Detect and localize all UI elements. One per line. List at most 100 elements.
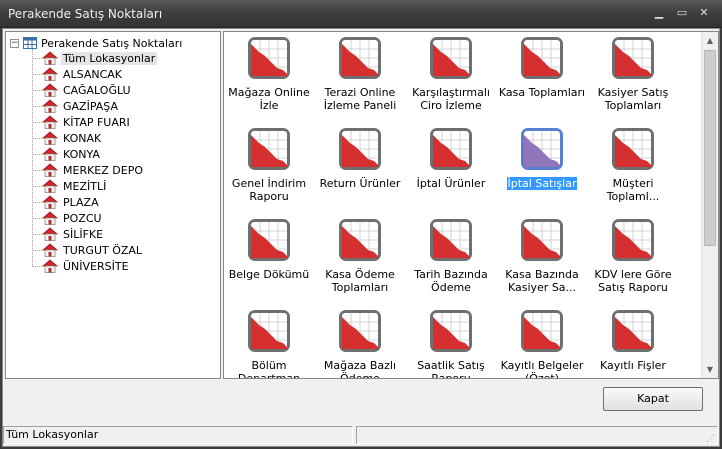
- report-tile[interactable]: Kayıtlı Fişler: [588, 305, 678, 378]
- report-tile[interactable]: Bölüm Departman Satışları: [224, 305, 314, 379]
- status-bar: Tüm Lokasyonlar ⋰: [3, 425, 719, 446]
- report-tile[interactable]: Return Ürünler: [315, 123, 405, 213]
- tree-connector: [32, 218, 42, 219]
- tree-item[interactable]: ALSANCAK: [32, 66, 157, 82]
- report-tile[interactable]: Mağaza Online İzle: [224, 32, 314, 122]
- store-icon: [42, 243, 58, 257]
- scroll-up-arrow[interactable]: ▲: [702, 32, 718, 49]
- report-tile-label: Kayıtlı Belgeler (Özet): [500, 359, 584, 379]
- scroll-thumb[interactable]: [704, 50, 716, 246]
- tree-connector: [32, 186, 42, 187]
- tree-connector: [32, 138, 42, 139]
- store-icon: [42, 195, 58, 209]
- tree-item-label: ÜNİVERSİTE: [63, 259, 129, 273]
- report-tile[interactable]: Tarih Bazında Ödeme Toplamları: [406, 214, 496, 304]
- tree-item[interactable]: GAZİPAŞA: [32, 98, 157, 114]
- report-chart-icon: [430, 37, 472, 79]
- report-chart-icon: [521, 37, 563, 79]
- report-tile[interactable]: Mağaza Bazlı Ödeme Toplamları: [315, 305, 405, 378]
- report-tile-label: Karşılaştırmalı Ciro İzleme Paneli: [412, 86, 490, 112]
- tree-connector: [32, 122, 42, 123]
- tree-root-node[interactable]: − Perakende Satış Noktaları: [10, 36, 182, 50]
- report-tile-label: Kasa Toplamları: [498, 86, 586, 99]
- store-icon: [42, 163, 58, 177]
- report-chart-icon: [521, 128, 563, 170]
- location-tree[interactable]: − Perakende Satış Noktaları Tüm Lokasyon…: [5, 31, 221, 379]
- resize-grip-icon[interactable]: ⋰: [706, 433, 718, 445]
- close-window-button[interactable]: ✕: [697, 7, 711, 19]
- store-icon: [42, 259, 58, 273]
- report-chart-icon: [339, 128, 381, 170]
- tree-item[interactable]: KİTAP FUARI: [32, 114, 157, 130]
- tree-item-label: KİTAP FUARI: [63, 115, 130, 129]
- report-tile[interactable]: Kayıtlı Belgeler (Özet): [497, 305, 587, 379]
- store-icon: [42, 51, 58, 65]
- report-chart-icon: [430, 219, 472, 261]
- tree-item-label: POZCU: [63, 211, 102, 225]
- tree-item-label: KONYA: [63, 147, 100, 161]
- report-tile-label: KDV lere Göre Satış Raporu: [594, 268, 672, 294]
- report-chart-icon: [248, 37, 290, 79]
- report-tile[interactable]: Kasa Toplamları: [497, 32, 587, 122]
- collapse-icon[interactable]: −: [10, 38, 19, 48]
- store-icon: [42, 99, 58, 113]
- report-tile-label: Bölüm Departman Satışları: [237, 359, 301, 379]
- report-tile[interactable]: Müşteri Toplaml...: [588, 123, 678, 213]
- report-tile-label: Saatlik Satış Raporu: [417, 359, 485, 379]
- report-tile[interactable]: Belge Dökümü: [224, 214, 314, 304]
- store-icon: [42, 67, 58, 81]
- tree-connector: [32, 266, 42, 267]
- tree-connector: [32, 106, 42, 107]
- report-chart-icon: [612, 219, 654, 261]
- report-tile-label: Kasiyer Satış Toplamları: [597, 86, 669, 112]
- report-tile[interactable]: Kasiyer Satış Toplamları: [588, 32, 678, 122]
- vertical-scrollbar[interactable]: ▲ ▼: [701, 32, 718, 378]
- tree-item[interactable]: MERKEZ DEPO: [32, 162, 157, 178]
- tree-item[interactable]: CAĞALOĞLU: [32, 82, 157, 98]
- close-button[interactable]: Kapat: [603, 387, 703, 411]
- tree-item[interactable]: KONAK: [32, 130, 157, 146]
- report-tile[interactable]: Karşılaştırmalı Ciro İzleme Paneli: [406, 32, 496, 122]
- report-tile[interactable]: Kasa Bazında Kasiyer Sa...: [497, 214, 587, 304]
- store-icon: [42, 147, 58, 161]
- tree-item[interactable]: POZCU: [32, 210, 157, 226]
- tree-item[interactable]: ÜNİVERSİTE: [32, 258, 157, 274]
- report-tile-label: Terazi Online İzleme Paneli: [323, 86, 397, 112]
- minimize-button[interactable]: ▁: [652, 7, 666, 19]
- report-chart-icon: [430, 128, 472, 170]
- maximize-button[interactable]: ▭: [675, 7, 689, 19]
- tree-item[interactable]: Tüm Lokasyonlar: [32, 50, 158, 66]
- report-tile-label: Kayıtlı Fişler: [600, 359, 666, 372]
- tree-connector: [32, 202, 42, 203]
- report-tile[interactable]: KDV lere Göre Satış Raporu: [588, 214, 678, 304]
- tree-item[interactable]: MEZİTLİ: [32, 178, 157, 194]
- report-tile-label: Müşteri Toplaml...: [606, 177, 660, 203]
- scroll-down-arrow[interactable]: ▼: [702, 361, 718, 378]
- report-tile[interactable]: Terazi Online İzleme Paneli: [315, 32, 405, 122]
- report-chart-icon: [521, 310, 563, 352]
- report-tile-label: Mağaza Online İzle: [228, 86, 310, 112]
- tree-connector: [32, 74, 42, 75]
- tree-items: Tüm Lokasyonlar ALSANCAK CAĞALOĞLU GAZİPAŞA…: [32, 50, 158, 274]
- tree-root-label: Perakende Satış Noktaları: [41, 36, 183, 50]
- tree-item[interactable]: SİLİFKE: [32, 226, 157, 242]
- window-client-area: − Perakende Satış Noktaları Tüm Lokasyon…: [2, 28, 720, 447]
- report-tile[interactable]: Kasa Ödeme Toplamları: [315, 214, 405, 304]
- report-chart-icon: [612, 37, 654, 79]
- store-icon: [42, 115, 58, 129]
- report-chart-icon: [521, 219, 563, 261]
- report-tile[interactable]: Saatlik Satış Raporu: [406, 305, 496, 379]
- report-chart-icon: [430, 310, 472, 352]
- report-chart-icon: [248, 128, 290, 170]
- report-icon-panel[interactable]: Mağaza Online İzle Terazi Online İzleme P…: [223, 31, 719, 379]
- report-tile-label: Tarih Bazında Ödeme Toplamları: [414, 268, 488, 294]
- report-tile[interactable]: İptal Ürünler: [406, 123, 496, 213]
- report-tile[interactable]: Genel İndirim Raporu: [224, 123, 314, 213]
- tree-item[interactable]: PLAZA: [32, 194, 157, 210]
- grid-icon: [23, 37, 37, 49]
- report-tile[interactable]: İptal Satışlar: [497, 123, 587, 213]
- store-icon: [42, 211, 58, 225]
- tree-item[interactable]: TURGUT ÖZAL: [32, 242, 157, 258]
- tree-item[interactable]: KONYA: [32, 146, 157, 162]
- tree-item-label: SİLİFKE: [63, 227, 104, 241]
